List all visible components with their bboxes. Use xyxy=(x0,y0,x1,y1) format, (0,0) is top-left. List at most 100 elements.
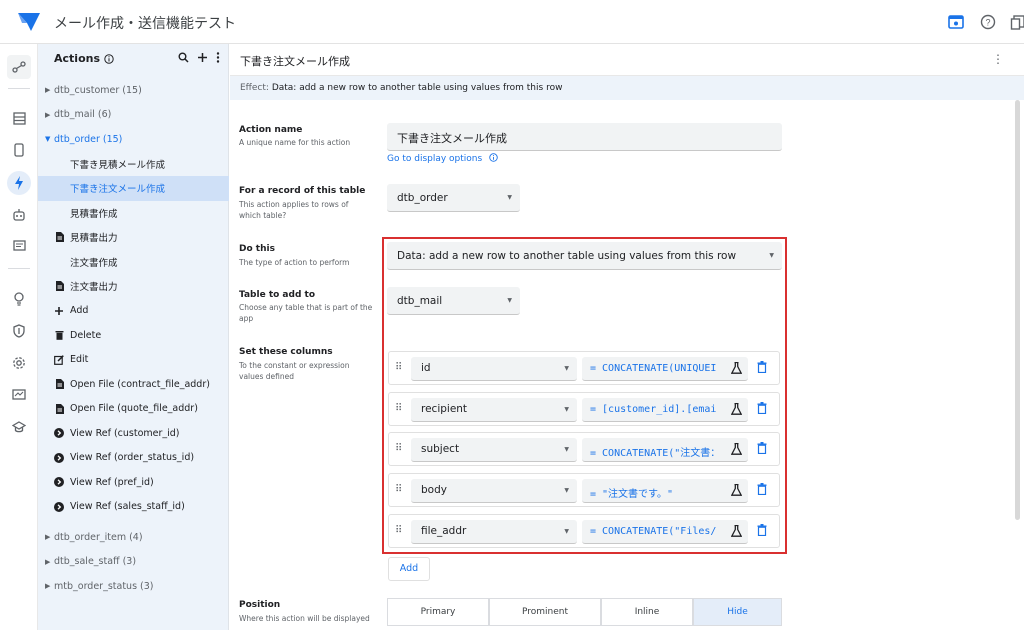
caret-down-icon: ▼ xyxy=(507,194,512,201)
arrow-circle-icon xyxy=(54,477,64,488)
tree-action-item[interactable]: 見積書出力 xyxy=(38,225,229,250)
tree-group[interactable]: ▶ dtb_order_item (4) xyxy=(38,525,229,550)
arrow-circle-icon xyxy=(54,452,64,463)
actions-title: Actions xyxy=(54,52,100,65)
position-help: Where this action will be displayed xyxy=(239,614,370,623)
arrow-circle-icon xyxy=(54,501,64,512)
data-icon[interactable] xyxy=(7,55,31,79)
lightbulb-icon[interactable] xyxy=(7,287,31,311)
tree-label: Open File (quote_file_addr) xyxy=(70,403,198,415)
tree-group[interactable]: ▶ dtb_customer (15) xyxy=(38,78,229,103)
editor-title: 下書き注文メール作成 xyxy=(240,55,350,68)
bot-icon[interactable] xyxy=(7,203,31,227)
actions-panel-tools xyxy=(178,52,220,63)
tree-label: View Ref (sales_staff_id) xyxy=(70,501,185,513)
add-action-icon[interactable] xyxy=(197,52,208,63)
tree-action-item[interactable]: Add xyxy=(38,299,229,324)
file-icon xyxy=(54,403,64,414)
tree-group[interactable]: ▼ dtb_order (15) xyxy=(38,127,229,152)
tree-action-item[interactable]: 下書き注文メール作成 xyxy=(38,176,229,201)
tree-label: Delete xyxy=(70,329,102,341)
position-option[interactable]: Inline xyxy=(601,598,693,626)
action-name-label: Action name xyxy=(239,125,303,135)
caret-right-icon: ▶ xyxy=(45,582,51,591)
action-name-help: A unique name for this action xyxy=(239,138,351,147)
svg-text:?: ? xyxy=(985,18,990,28)
tree-action-item[interactable]: Delete xyxy=(38,323,229,348)
phone-icon[interactable] xyxy=(7,138,31,162)
tree-action-item[interactable]: 注文書出力 xyxy=(38,274,229,299)
tree-label: View Ref (customer_id) xyxy=(70,427,180,439)
display-options-link[interactable]: Go to display options xyxy=(387,153,498,164)
tree-group[interactable]: ▶ dtb_sale_staff (3) xyxy=(38,550,229,575)
tree-action-item[interactable]: Open File (quote_file_addr) xyxy=(38,397,229,422)
info-icon[interactable] xyxy=(104,53,114,64)
position-option[interactable]: Primary xyxy=(387,598,489,626)
table-to-add-help: Choose any table that is part of the app xyxy=(239,303,373,323)
set-columns-help: To the constant or expression values def… xyxy=(239,361,350,381)
more-vert-icon[interactable]: ⋮ xyxy=(992,52,1004,66)
action-name-input[interactable]: 下書き注文メール作成 xyxy=(387,123,782,151)
tree-label: Add xyxy=(70,305,89,317)
tree-action-item[interactable]: 下書き見積メール作成 xyxy=(38,152,229,177)
tree-label: 見積書出力 xyxy=(70,233,118,245)
caret-right-icon: ▶ xyxy=(45,110,51,119)
tree-label: 注文書出力 xyxy=(70,282,118,294)
scrollbar[interactable] xyxy=(1015,100,1020,520)
caret-right-icon: ▶ xyxy=(45,557,51,566)
tree-action-item[interactable]: Edit xyxy=(38,348,229,373)
actions-tree: ▶ dtb_customer (15) ▶ dtb_mail (6) ▼ dtb_orde… xyxy=(38,78,229,599)
tree-label: Edit xyxy=(70,354,89,366)
display-options-link-text: Go to display options xyxy=(387,154,483,164)
tree-action-item[interactable]: View Ref (customer_id) xyxy=(38,421,229,446)
gear-icon[interactable] xyxy=(7,351,31,375)
tree-label: 下書き注文メール作成 xyxy=(70,184,166,196)
copy-icon[interactable] xyxy=(1008,12,1024,32)
set-columns-label: Set these columns xyxy=(239,347,333,357)
tree-group[interactable]: ▶ dtb_mail (6) xyxy=(38,103,229,128)
actions-panel-header: Actions xyxy=(54,52,114,65)
highlight-box xyxy=(382,237,787,554)
monitor-icon[interactable] xyxy=(7,383,31,407)
position-option[interactable]: Hide xyxy=(693,598,782,626)
tree-label: 見積書作成 xyxy=(70,208,118,220)
app-title: メール作成・送信機能テスト xyxy=(54,16,236,32)
tree-action-item[interactable]: Open File (contract_file_addr) xyxy=(38,372,229,397)
effect-bar: Effect: Data: add a new row to another t… xyxy=(230,76,1024,100)
for-table-help: This action applies to rows of which tab… xyxy=(239,200,349,220)
graduation-cap-icon[interactable] xyxy=(7,415,31,439)
actions-panel: Actions ▶ dtb_customer (15) ▶ dtb_mail (6) ▼… xyxy=(38,44,229,630)
shield-icon[interactable] xyxy=(7,319,31,343)
help-icon[interactable]: ? xyxy=(978,12,998,32)
position-label: Position xyxy=(239,600,281,610)
preview-icon[interactable] xyxy=(946,12,966,32)
search-icon[interactable] xyxy=(178,52,189,63)
table-to-add-label: Table to add to xyxy=(239,290,316,300)
for-table-select[interactable]: dtb_order ▼ xyxy=(387,184,520,212)
caret-right-icon: ▶ xyxy=(45,533,51,542)
tree-action-item[interactable]: View Ref (pref_id) xyxy=(38,470,229,495)
more-vert-icon[interactable] xyxy=(216,52,220,63)
arrow-circle-icon xyxy=(54,428,64,439)
table-icon[interactable] xyxy=(7,106,31,130)
lightning-icon[interactable] xyxy=(7,171,31,195)
tree-action-item[interactable]: 見積書作成 xyxy=(38,201,229,226)
tree-action-item[interactable]: 注文書作成 xyxy=(38,250,229,275)
tree-label: dtb_mail (6) xyxy=(54,109,112,121)
tree-group[interactable]: ▶ mtb_order_status (3) xyxy=(38,574,229,599)
tree-action-item[interactable]: View Ref (order_status_id) xyxy=(38,446,229,471)
editor-header: 下書き注文メール作成 ⋮ xyxy=(230,44,1024,76)
for-table-value: dtb_order xyxy=(397,192,448,204)
do-this-label: Do this xyxy=(239,244,275,254)
position-option[interactable]: Prominent xyxy=(489,598,601,626)
file-icon xyxy=(54,379,64,390)
file-icon xyxy=(54,281,64,292)
tree-label: mtb_order_status (3) xyxy=(54,580,154,592)
top-bar: メール作成・送信機能テスト ? xyxy=(0,0,1024,44)
add-column-button[interactable]: Add xyxy=(388,557,430,581)
for-table-label: For a record of this table xyxy=(239,186,366,196)
plus-icon xyxy=(54,306,64,316)
file-icon xyxy=(54,232,64,243)
tree-action-item[interactable]: View Ref (sales_staff_id) xyxy=(38,495,229,520)
chat-icon[interactable] xyxy=(7,234,31,258)
